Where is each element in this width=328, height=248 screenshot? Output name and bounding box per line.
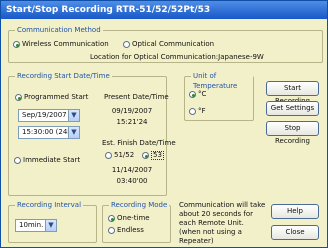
start-date-value: Sep/19/2007 xyxy=(22,111,67,119)
communication-method-legend: Communication Method xyxy=(15,25,103,35)
recording-mode-group: Recording Mode xyxy=(102,200,171,243)
model-51-52-radio[interactable] xyxy=(105,152,112,159)
start-date-dropdown[interactable]: Sep/19/2007 ▼ xyxy=(18,109,80,122)
programmed-start-radio[interactable] xyxy=(15,94,22,101)
model-53-label: 53 xyxy=(151,151,164,160)
recording-interval-dropdown[interactable]: 10min. ▼ xyxy=(15,219,57,232)
immediate-start-label: Immediate Start xyxy=(23,156,81,164)
one-time-radio[interactable] xyxy=(108,215,115,222)
recording-interval-value: 10min. xyxy=(19,221,44,229)
finish-date-value: 11/14/2007 xyxy=(111,166,153,174)
model-53-radio[interactable] xyxy=(142,152,149,159)
celsius-label: °C xyxy=(198,90,207,98)
est-finish-label: Est. Finish Date/Time xyxy=(102,139,176,147)
close-button[interactable]: Close xyxy=(271,225,319,240)
chevron-down-icon[interactable]: ▼ xyxy=(45,220,56,231)
endless-radio[interactable] xyxy=(108,227,115,234)
start-time-dropdown[interactable]: 15:30:00 (24h) ▼ xyxy=(18,126,80,139)
endless-label: Endless xyxy=(117,226,144,234)
get-settings-button[interactable]: Get Settings xyxy=(266,101,319,116)
start-recording-button[interactable]: Start Recording xyxy=(266,81,319,105)
present-date-value: 09/19/2007 xyxy=(111,107,153,115)
immediate-start-radio[interactable] xyxy=(14,157,21,164)
wireless-communication-radio[interactable] xyxy=(13,41,20,48)
optical-location-text: Location for Optical Communication:Japan… xyxy=(90,53,264,61)
communication-note: Communication will take about 20 seconds… xyxy=(179,201,265,246)
recording-mode-legend: Recording Mode xyxy=(109,200,170,210)
wireless-communication-label: Wireless Communication xyxy=(22,40,109,48)
note-line: (when not using a xyxy=(179,228,242,236)
help-button[interactable]: Help xyxy=(271,204,319,219)
chevron-down-icon[interactable]: ▼ xyxy=(68,127,79,138)
present-datetime-label: Present Date/Time xyxy=(104,93,169,101)
model-51-52-label: 51/52 xyxy=(114,151,135,159)
start-time-value: 15:30:00 (24h) xyxy=(22,128,75,136)
stop-recording-button[interactable]: Stop Recording xyxy=(266,121,319,145)
programmed-start-label: Programmed Start xyxy=(24,93,89,101)
optical-communication-radio[interactable] xyxy=(123,41,130,48)
finish-time-value: 03:40'00 xyxy=(116,177,148,185)
recording-interval-legend: Recording Interval xyxy=(15,200,84,210)
unit-temperature-legend: Unit of Temperature xyxy=(191,71,253,91)
chevron-down-icon[interactable]: ▼ xyxy=(68,110,79,121)
optical-communication-label: Optical Communication xyxy=(132,40,215,48)
fahrenheit-label: °F xyxy=(198,107,206,115)
dialog-window: Start/Stop Recording RTR-51/52/52Pt/53 C… xyxy=(0,0,328,248)
celsius-radio[interactable] xyxy=(189,91,196,98)
note-line: Communication will take xyxy=(179,201,266,209)
fahrenheit-radio[interactable] xyxy=(189,108,196,115)
note-line: each Remote Unit. xyxy=(179,219,244,227)
one-time-label: One-time xyxy=(117,214,150,222)
present-time-value: 15:21'24 xyxy=(116,118,148,126)
note-line: Repeater) xyxy=(179,237,214,245)
title-bar: Start/Stop Recording RTR-51/52/52Pt/53 xyxy=(1,1,327,19)
recording-start-legend: Recording Start Date/Time xyxy=(15,71,112,81)
note-line: about 20 seconds for xyxy=(179,210,254,218)
